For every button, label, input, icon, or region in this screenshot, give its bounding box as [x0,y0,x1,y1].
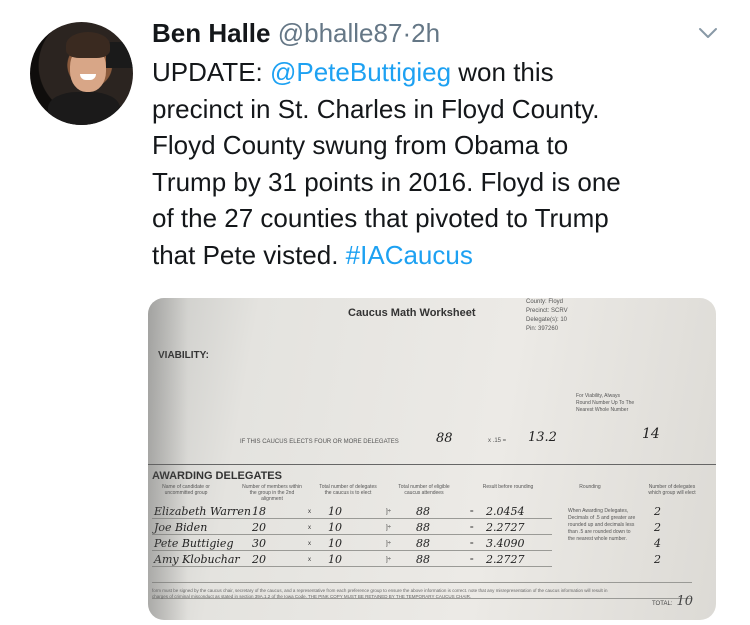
column-header: Total number of eligible caucus attendee… [398,484,450,496]
column-header: Number of members within the group in th… [242,484,302,502]
total-label: TOTAL [652,601,671,607]
cell-delegates: 10 [328,521,342,534]
cell-award: 4 [654,537,661,550]
column-header: Rounding [579,484,601,490]
worksheet-total: TOTAL: 10 [652,594,694,609]
tweet-text-segment: Trump by 31 points in 2016. Floyd is one [152,166,621,197]
viability-result: 13.2 [528,430,557,445]
worksheet-meta-line: Pin: 397260 [526,326,559,332]
cell-result: 2.2727 [486,553,525,566]
eligible-value: 88 [436,431,453,446]
separator-dot: · [402,18,412,48]
viability-rounded: 14 [642,426,660,442]
operator: = [470,509,474,515]
cell-delegates: 10 [328,537,342,550]
operator: x [308,525,311,531]
tweet-text-line: UPDATE: @PeteButtigieg won this [152,54,732,91]
column-header: Total number of delegates the caucus is … [319,484,377,496]
rounding-note: When Awarding Delegates, Decimals of .5 … [568,508,636,542]
cell-award: 2 [654,505,661,518]
cell-members: 30 [252,537,266,550]
hashtag-link[interactable]: #IACaucus [346,240,473,270]
cell-eligible: 88 [416,537,430,550]
cell-members: 18 [252,505,266,518]
table-row: Amy Klobuchar 20 10 88 2.2727 2 x]÷ = [148,553,716,567]
round-note: For Viability, Always Round Number Up To… [576,393,635,413]
tweet-text-line: Floyd County swung from Obama to [152,127,732,164]
column-header: Result before rounding [482,484,534,490]
cell-result: 2.0454 [486,505,525,518]
cell-award: 2 [654,521,661,534]
tweet-header: Ben Halle @bhalle87·2h [152,18,440,48]
operator: = [470,541,474,547]
total-value: 10 [676,594,694,609]
tweet-text-segment: UPDATE: [152,57,270,87]
operator: ]÷ [386,525,391,531]
row-line [152,518,552,519]
operator: = [470,557,474,563]
row-line [152,566,552,567]
avatar-hair [66,32,110,58]
if-delegates-text: IF THIS CAUCUS ELECTS FOUR OR MORE DELEG… [240,439,399,445]
avatar-shirt [48,92,120,125]
author-handle[interactable]: @bhalle87 [278,18,403,48]
operator: = [470,525,474,531]
cell-eligible: 88 [416,521,430,534]
cell-result: 2.2727 [486,521,525,534]
worksheet-title: Caucus Math Worksheet [348,307,476,319]
worksheet-meta: County: Floyd Precinct: SCRV Delegate(s): … [526,298,568,334]
worksheet-footer: form must be signed by the caucus chair,… [152,588,608,599]
row-line [152,534,552,535]
operator: x [308,509,311,515]
photo-shadow [148,298,188,620]
times-value: x .15 = [488,438,507,444]
row-line [152,550,552,551]
tweet-text-line: precinct in St. Charles in Floyd County. [152,91,732,128]
cell-members: 20 [252,521,266,534]
cell-delegates: 10 [328,553,342,566]
tweet-photo[interactable]: Caucus Math Worksheet County: Floyd Preci… [148,298,716,620]
tweet-text-segment: of the 27 counties that pivoted to Trump [152,203,609,233]
author-name[interactable]: Ben Halle [152,18,271,48]
cell-members: 20 [252,553,266,566]
chevron-down-icon[interactable] [697,22,719,44]
operator: x [308,541,311,547]
tweet-text-segment: precinct in St. Charles in Floyd County. [152,93,600,124]
cell-result: 3.4090 [486,537,525,550]
background-sign [106,42,133,68]
tweet-timestamp[interactable]: 2h [411,18,440,48]
column-header: Number of delegates which group will ele… [648,484,696,496]
cell-award: 2 [654,553,661,566]
tweet-text-segment: Floyd County swung from Obama to [152,130,569,160]
empty-row-line [152,582,692,583]
worksheet-meta-line: County: Floyd [526,299,564,305]
avatar[interactable] [30,22,133,125]
operator: ]÷ [386,541,391,547]
tweet-text-line: Trump by 31 points in 2016. Floyd is one [152,164,732,201]
cell-eligible: 88 [416,505,430,518]
divider [148,464,716,465]
operator: ]÷ [386,509,391,515]
tweet-text-segment: won this [451,57,554,87]
tweet-text: UPDATE: @PeteButtigieg won this precinct … [152,54,732,273]
caucus-worksheet: Caucus Math Worksheet County: Floyd Preci… [148,298,716,620]
cell-eligible: 88 [416,553,430,566]
worksheet-meta-line: Delegate(s): 10 [526,317,568,323]
tweet-text-segment: that Pete visted. [152,239,346,270]
operator: x [308,557,311,563]
tweet-text-line: that Pete visted. #IACaucus [152,237,732,274]
mention-link[interactable]: @PeteButtigieg [270,57,451,87]
tweet-text-line: of the 27 counties that pivoted to Trump [152,200,732,237]
operator: ]÷ [386,557,391,563]
worksheet-meta-line: Precinct: SCRV [526,308,568,314]
cell-delegates: 10 [328,505,342,518]
